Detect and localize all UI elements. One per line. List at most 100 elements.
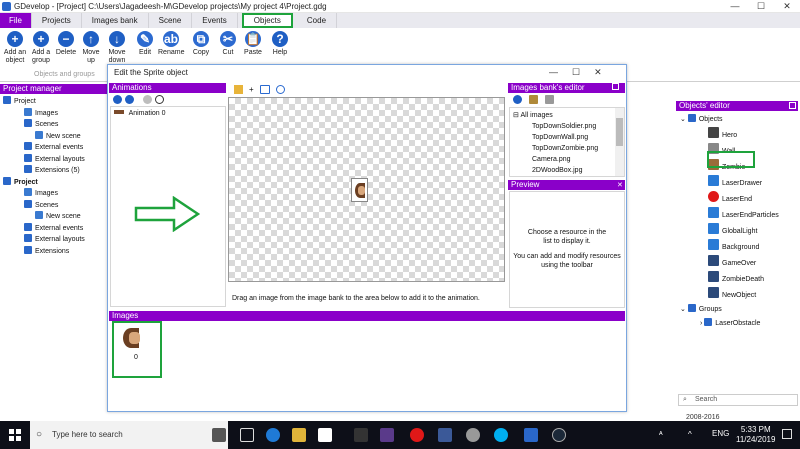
store-icon[interactable] [318, 428, 332, 442]
project-tree-item[interactable]: Project [3, 176, 107, 189]
project-tree-item[interactable]: Scenes [3, 119, 107, 131]
tab-objects[interactable]: Objects [241, 13, 293, 28]
brackets-icon[interactable] [354, 428, 368, 442]
object-label: ZombieDeath [722, 276, 765, 283]
open-folder-icon[interactable] [529, 95, 538, 104]
close-button[interactable]: ✕ [774, 0, 800, 13]
refresh-icon[interactable] [545, 95, 554, 104]
remove-animation-icon[interactable] [125, 95, 134, 104]
preview-close-icon[interactable]: ✕ [617, 181, 623, 189]
animation-item[interactable]: Animation 0 [114, 110, 166, 117]
images-bank-maximize-icon[interactable] [612, 83, 619, 90]
object-item-newobject[interactable]: NewObject [680, 287, 798, 303]
object-item-gameover[interactable]: GameOver [680, 255, 798, 271]
copy-button[interactable]: ⧉ Copy [188, 31, 214, 57]
windows-start-icon[interactable] [9, 429, 21, 441]
group-item[interactable]: › LaserObstacle [680, 317, 798, 331]
edge-icon[interactable] [266, 428, 280, 442]
ribbon-button-label: Move down [108, 49, 126, 64]
people-icon[interactable]: ᴬ [659, 430, 663, 439]
sprite-image-thumbnail[interactable] [121, 326, 149, 352]
image-bank-file[interactable]: 2DWoodBox.jpg [532, 165, 598, 176]
all-images-folder[interactable]: ⊟ All images [513, 111, 553, 119]
play-icon[interactable] [259, 85, 270, 94]
tray-chevron-icon[interactable]: ^ [688, 430, 692, 439]
object-item-globallight[interactable]: GlobalLight [680, 223, 798, 239]
tab-file[interactable]: File [0, 13, 32, 28]
minimize-button[interactable]: — [722, 0, 748, 13]
project-tree-item[interactable]: Project [3, 96, 107, 108]
delete-button[interactable]: − Delete [53, 31, 79, 57]
object-item-background[interactable]: Background [680, 239, 798, 255]
dialog-close-button[interactable]: ✕ [594, 67, 602, 78]
add-an-object-button[interactable]: + Add an object [2, 31, 28, 65]
project-tree-label: New scene [46, 213, 81, 220]
plus-icon[interactable]: + [249, 85, 254, 94]
project-tree-item[interactable]: New scene [3, 130, 107, 143]
maximize-button[interactable]: ☐ [748, 0, 774, 13]
project-tree-item[interactable]: Images [3, 107, 107, 120]
add-image-icon[interactable] [513, 95, 522, 104]
objects-search-input[interactable]: ⌕ Search [678, 394, 798, 406]
microphone-icon[interactable] [212, 428, 226, 442]
image-bank-file[interactable]: TopDownZombie.png [532, 143, 598, 154]
image-bank-file[interactable]: TopDownSoldier.png [532, 121, 598, 132]
add-a-group-button[interactable]: + Add a group [28, 31, 54, 65]
project-tree-item[interactable]: Scenes [3, 199, 107, 212]
add-animation-icon[interactable] [113, 95, 122, 104]
tab-images-bank[interactable]: Images bank [82, 13, 149, 28]
sprite-canvas[interactable] [228, 97, 505, 282]
image-bank-file[interactable]: Camera.png [532, 154, 598, 165]
facebook-icon[interactable] [438, 428, 452, 442]
groups-node[interactable]: ⌄ Groups [680, 303, 798, 317]
tab-scene[interactable]: Scene [149, 13, 193, 28]
opera-icon[interactable] [410, 428, 424, 442]
project-tree-item[interactable]: Extensions [3, 245, 107, 258]
paste-button[interactable]: 📋 Paste [240, 31, 266, 57]
taskbar-search-box[interactable]: ○ Type here to search [30, 421, 228, 449]
zombie-sprite[interactable] [351, 178, 368, 202]
language-indicator[interactable]: ENG [712, 429, 729, 438]
ribbon-button-label: Edit [138, 49, 152, 56]
project-tree-item[interactable]: New scene [3, 211, 107, 223]
tab-projects[interactable]: Projects [32, 13, 82, 28]
image-bank-file[interactable]: TopDownWall.png [532, 132, 598, 143]
help-icon[interactable] [275, 85, 285, 94]
steam-icon[interactable] [552, 428, 566, 442]
gdevelop-taskbar-icon[interactable] [524, 428, 538, 442]
dialog-minimize-button[interactable]: — [549, 67, 558, 78]
edit-button[interactable]: ✎ Edit [132, 31, 158, 57]
objects-editor-maximize-icon[interactable] [789, 102, 796, 109]
file-explorer-icon[interactable] [292, 428, 306, 442]
task-view-icon[interactable] [240, 428, 254, 442]
project-tree-item[interactable]: External layouts [3, 153, 107, 166]
tab-events[interactable]: Events [192, 13, 238, 28]
object-item-zombiedeath[interactable]: ZombieDeath [680, 271, 798, 287]
move-up-button[interactable]: ↑ Move up [78, 31, 104, 65]
skype-icon[interactable] [494, 428, 508, 442]
help-button[interactable]: ? Help [267, 31, 293, 57]
project-tree-item[interactable]: Images [3, 188, 107, 200]
rename-button[interactable]: ab Rename [158, 31, 184, 57]
objects-node[interactable]: ⌄ Objects [680, 113, 798, 127]
object-item-laserend[interactable]: LaserEnd [680, 191, 798, 207]
notifications-icon[interactable] [782, 429, 792, 439]
object-item-laserdrawer[interactable]: LaserDrawer [680, 175, 798, 191]
object-item-hero[interactable]: Hero [680, 127, 798, 143]
object-item-laserendparticles[interactable]: LaserEndParticles [680, 207, 798, 223]
timing-icon[interactable] [155, 95, 164, 104]
images-bank-scrollbar[interactable] [615, 108, 624, 176]
tab-code[interactable]: Code [297, 13, 338, 28]
app-icon[interactable] [380, 428, 394, 442]
dialog-maximize-button[interactable]: ☐ [572, 67, 580, 78]
animation-options-icon[interactable] [143, 95, 152, 104]
move-down-button[interactable]: ↓ Move down [104, 31, 130, 65]
project-tree-item[interactable]: External events [3, 222, 107, 235]
project-tree-item[interactable]: External layouts [3, 234, 107, 246]
clock[interactable]: 5:33 PM 11/24/2019 [736, 425, 775, 445]
cut-button[interactable]: ✂ Cut [215, 31, 241, 57]
project-tree-item[interactable]: External events [3, 142, 107, 154]
settings-icon[interactable] [466, 428, 480, 442]
mask-icon[interactable] [234, 85, 243, 94]
project-tree-item[interactable]: Extensions (5) [3, 165, 107, 177]
